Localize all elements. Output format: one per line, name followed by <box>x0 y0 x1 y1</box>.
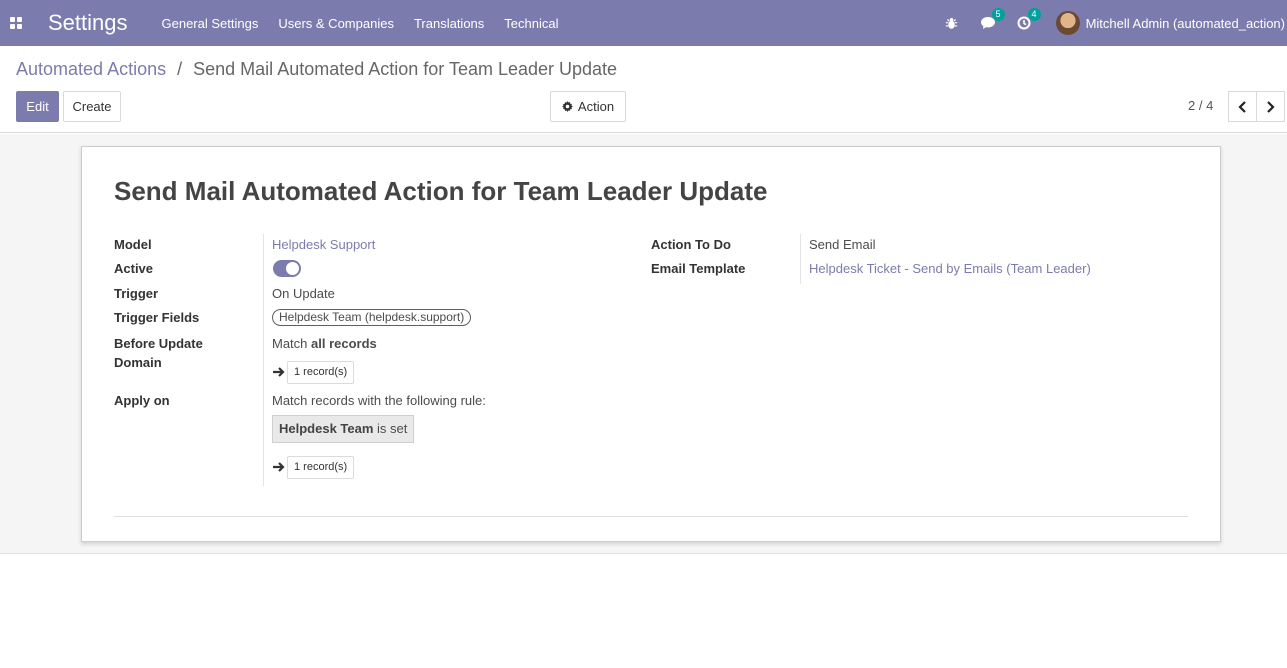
rule-operator: is set <box>377 421 408 436</box>
edit-button[interactable]: Edit <box>16 91 59 122</box>
chevron-right-icon <box>1267 100 1275 113</box>
gear-icon <box>561 101 573 112</box>
active-toggle[interactable] <box>273 260 301 277</box>
before-update-domain-text: Match all records <box>272 336 377 351</box>
activities-count-badge: 4 <box>1027 8 1041 21</box>
rule-field-name: Helpdesk Team <box>279 421 374 436</box>
form-view-area: Send Mail Automated Action for Team Lead… <box>0 134 1287 554</box>
user-avatar[interactable] <box>1055 11 1080 35</box>
menu-general-settings[interactable]: General Settings <box>162 16 259 31</box>
form-sheet: Send Mail Automated Action for Team Lead… <box>81 146 1221 542</box>
action-to-do-label: Action To Do <box>651 237 731 252</box>
apply-on-text: Match records with the following rule: <box>272 393 486 408</box>
apps-menu-icon[interactable] <box>0 0 32 46</box>
menu-translations[interactable]: Translations <box>414 16 484 31</box>
active-label: Active <box>114 261 154 276</box>
apply-on-records-button[interactable]: 1 record(s) <box>287 456 355 479</box>
trigger-field-tag[interactable]: Helpdesk Team (helpdesk.support) <box>272 309 472 326</box>
left-group-divider <box>263 234 264 486</box>
active-toggle-knob <box>286 262 299 275</box>
trigger-label: Trigger <box>114 286 159 301</box>
trigger-value: On Update <box>272 286 335 301</box>
apply-on-rule[interactable]: Helpdesk Team is set <box>272 415 415 443</box>
before-update-records-button[interactable]: 1 record(s) <box>287 361 355 384</box>
breadcrumb-automated-actions-link[interactable]: Automated Actions <box>16 59 166 79</box>
pager-previous-button[interactable] <box>1228 91 1257 122</box>
messages-count-badge: 5 <box>991 8 1005 21</box>
sheet-divider <box>114 516 1188 517</box>
pager-next-button[interactable] <box>1256 91 1285 122</box>
debug-bug-icon[interactable] <box>941 13 963 33</box>
before-update-label-line2: Domain <box>114 355 162 370</box>
top-navbar: Settings General Settings Users & Compan… <box>0 0 1287 46</box>
trigger-fields-label: Trigger Fields <box>114 310 200 325</box>
create-button[interactable]: Create <box>63 91 121 122</box>
model-label: Model <box>114 237 152 252</box>
breadcrumb-separator: / <box>177 59 183 79</box>
messages-icon[interactable]: 5 <box>977 8 1005 33</box>
menu-technical[interactable]: Technical <box>504 16 558 31</box>
user-menu-name[interactable]: Mitchell Admin (automated_action) <box>1086 16 1285 31</box>
action-button-label: Action <box>577 99 615 114</box>
control-panel: Automated Actions / Send Mail Automated … <box>0 46 1287 133</box>
model-value-link[interactable]: Helpdesk Support <box>272 237 375 252</box>
arrow-right-icon <box>273 367 285 377</box>
email-template-label: Email Template <box>651 261 746 276</box>
apply-on-label: Apply on <box>114 393 170 408</box>
app-brand[interactable]: Settings <box>48 10 128 36</box>
before-update-all-records: all records <box>311 336 377 351</box>
action-dropdown-button[interactable]: Action <box>550 91 626 122</box>
right-group-divider <box>800 234 801 284</box>
pager-value[interactable]: 2 / 4 <box>1188 98 1213 113</box>
menu-users-companies[interactable]: Users & Companies <box>278 16 394 31</box>
activities-clock-icon[interactable]: 4 <box>1013 8 1041 33</box>
breadcrumb-current: Send Mail Automated Action for Team Lead… <box>193 59 618 79</box>
arrow-right-icon <box>273 462 285 472</box>
record-title: Send Mail Automated Action for Team Lead… <box>114 176 768 206</box>
breadcrumb: Automated Actions / Send Mail Automated … <box>16 59 617 80</box>
email-template-link[interactable]: Helpdesk Ticket - Send by Emails (Team L… <box>809 261 1091 276</box>
chevron-left-icon <box>1238 100 1246 113</box>
before-update-prefix: Match <box>272 336 312 351</box>
before-update-label: Before Update <box>114 336 203 351</box>
action-to-do-value: Send Email <box>809 237 876 252</box>
